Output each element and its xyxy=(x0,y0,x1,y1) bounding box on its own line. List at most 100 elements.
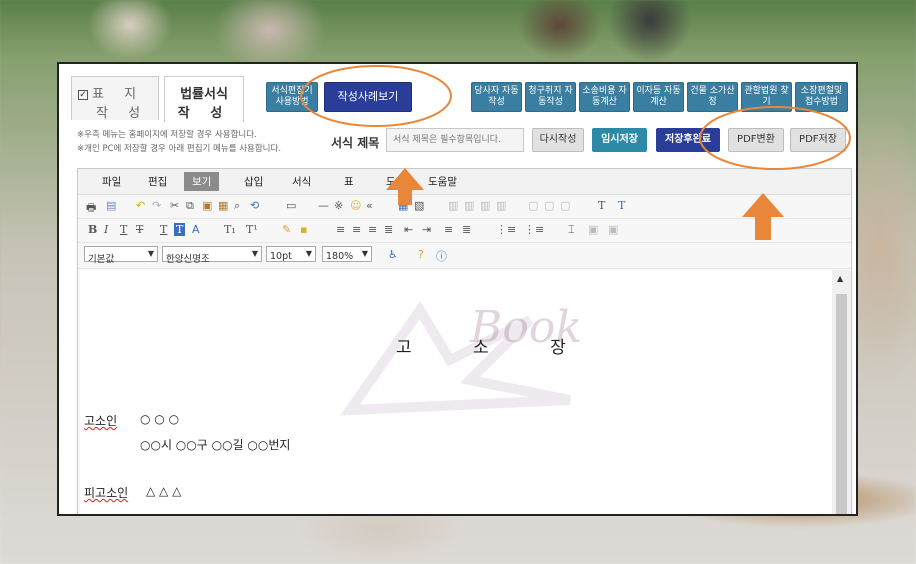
emoji-icon[interactable]: ☺ xyxy=(350,199,361,212)
table-prop-icon: ▢ xyxy=(544,199,555,212)
bullet-list-icon[interactable]: ⋮≡ xyxy=(524,223,544,236)
cell-prop-icon: ▢ xyxy=(528,199,539,212)
menu-insert[interactable]: 삽입 xyxy=(244,174,263,189)
help-icon[interactable]: ? xyxy=(418,248,424,261)
line-spacing-icon[interactable]: ≡ xyxy=(444,223,453,236)
highlight-icon[interactable]: ▪ xyxy=(300,223,307,236)
cell-merge-icon: ▥ xyxy=(448,199,459,212)
table-icon[interactable]: ▦ xyxy=(398,199,408,212)
top-toolbar-area: ✓ 표 지 작 성 법률서식 작 성 서식편집기 사용방법 작성사례보기 당사자 … xyxy=(59,64,856,164)
copy-icon[interactable]: ⧉ xyxy=(186,199,194,213)
align-justify-icon[interactable]: ≣ xyxy=(384,223,393,236)
menu-table[interactable]: 표 xyxy=(344,174,354,189)
tab-legal-line1: 법률서식 xyxy=(180,87,228,102)
form-title-input[interactable] xyxy=(386,128,524,152)
accused-label: 피고소인 xyxy=(84,486,129,500)
indent-in-icon[interactable]: ⇥ xyxy=(422,223,431,236)
size-select[interactable]: 10pt ▼ xyxy=(266,246,316,262)
format-painter-icon[interactable]: ✎ xyxy=(282,223,291,236)
tab-legal-line2: 작 성 xyxy=(177,106,231,121)
special-char-icon[interactable]: ※ xyxy=(334,199,343,212)
complainant-label: 고소인 xyxy=(84,414,118,428)
page-break-icon[interactable]: ⌶ xyxy=(568,223,575,237)
menu-edit[interactable]: 편집 xyxy=(148,174,167,189)
row-insert-icon: ▥ xyxy=(480,199,491,212)
document-area[interactable]: Book 고 소 장 고소인 ○ ○ ○ ○○시 ○○구 ○○길 ○○번지 피고… xyxy=(80,270,832,514)
align-right-icon[interactable]: ≡ xyxy=(368,223,377,236)
menu-format[interactable]: 서식 xyxy=(292,174,311,189)
text-t-icon[interactable]: T xyxy=(598,199,605,212)
layer-icon: ▣ xyxy=(588,223,599,236)
font-select[interactable]: 한양신명조 ▼ xyxy=(162,246,262,265)
accused-name: △ △ △ xyxy=(146,484,182,498)
print-icon[interactable]: 🖶 xyxy=(86,199,96,218)
chevron-down-icon: ▼ xyxy=(361,249,368,258)
indent-out-icon[interactable]: ⇤ xyxy=(404,223,413,236)
numbered-list-icon[interactable]: ⋮≡ xyxy=(496,223,516,236)
style-select[interactable]: 기본값 ▼ xyxy=(84,246,158,265)
hr-icon[interactable]: — xyxy=(318,199,329,212)
zoom-select[interactable]: 180% ▼ xyxy=(322,246,372,262)
party-auto-button[interactable]: 당사자 자동작성 xyxy=(471,82,522,112)
superscript-icon[interactable]: T¹ xyxy=(246,223,258,236)
claim-auto-button[interactable]: 청구취지 자동작성 xyxy=(525,82,576,112)
bold-icon[interactable]: B xyxy=(88,223,97,236)
litigation-cost-button[interactable]: 소송비용 자동계산 xyxy=(579,82,630,112)
tab-legal-form[interactable]: 법률서식 작 성 xyxy=(164,76,244,122)
editor-usage-button[interactable]: 서식편집기 사용방법 xyxy=(266,82,318,112)
complaint-app-button[interactable]: 소장편철및 접수방법 xyxy=(795,82,848,112)
menu-tools[interactable]: 도구 xyxy=(386,174,405,189)
italic-icon[interactable]: I xyxy=(104,223,108,236)
quote-icon[interactable]: « xyxy=(366,199,373,212)
table-edit-icon[interactable]: ▧ xyxy=(414,199,424,212)
rewrite-button[interactable]: 다시작성 xyxy=(532,128,584,152)
pdf-convert-button[interactable]: PDF변환 xyxy=(728,128,784,152)
underline-icon[interactable]: T xyxy=(120,223,127,236)
undo-icon[interactable]: ↶ xyxy=(136,199,145,212)
complainant-name: ○ ○ ○ xyxy=(140,412,180,426)
cell-split-icon: ▥ xyxy=(464,199,475,212)
checkbox-icon[interactable]: ✓ xyxy=(78,90,88,100)
paste-special-icon[interactable]: ▦ xyxy=(218,199,228,212)
bg-color-icon[interactable]: T xyxy=(174,223,186,236)
find-icon[interactable]: ⌕ xyxy=(234,199,240,213)
note-line1: ※우측 메뉴는 홈페이지에 저장할 경우 사용합니다. xyxy=(77,130,257,140)
strike-icon[interactable]: T xyxy=(136,223,143,236)
vertical-scrollbar[interactable]: ▲ xyxy=(832,270,851,514)
cut-icon[interactable]: ✂ xyxy=(170,199,179,212)
clear-format-icon[interactable]: A xyxy=(192,223,200,236)
paste-icon[interactable]: ▣ xyxy=(202,199,212,212)
align-left-icon[interactable]: ≡ xyxy=(336,223,345,236)
style-select-value: 기본값 xyxy=(88,254,115,265)
menu-help[interactable]: 도움말 xyxy=(428,174,457,189)
chevron-down-icon: ▼ xyxy=(305,249,312,258)
save-finish-button[interactable]: 저장후완료 xyxy=(656,128,720,152)
example-view-button[interactable]: 작성사례보기 xyxy=(324,82,412,112)
complainant-address: ○○시 ○○구 ○○길 ○○번지 xyxy=(140,438,291,452)
pdf-save-button[interactable]: PDF저장 xyxy=(790,128,846,152)
accessibility-icon[interactable]: ♿ xyxy=(388,248,398,261)
menu-file[interactable]: 파일 xyxy=(102,174,121,189)
paragraph-icon[interactable]: ≣ xyxy=(462,223,471,236)
redo-icon[interactable]: ↷ xyxy=(152,199,161,212)
tab-cover[interactable]: ✓ 표 지 작 성 xyxy=(71,76,159,121)
text-t2-icon[interactable]: T xyxy=(618,199,625,212)
scrollbar-thumb[interactable] xyxy=(836,294,847,514)
menu-view[interactable]: 보기 xyxy=(184,172,220,191)
form-title-label: 서식 제목 xyxy=(331,136,380,150)
toolbar-row-1: 🖶 ▤ ↶ ↷ ✂ ⧉ ▣ ▦ ⌕ ⟲ ▭ — ※ ☺ « ▦ ▧ ▥ ▥ ▥ … xyxy=(78,195,851,219)
temp-save-button[interactable]: 임시저장 xyxy=(592,128,647,152)
chevron-down-icon: ▼ xyxy=(147,249,154,258)
building-calc-button[interactable]: 건물 소가산정 xyxy=(687,82,738,112)
subscript-icon[interactable]: T₁ xyxy=(224,223,236,236)
scroll-up-icon[interactable]: ▲ xyxy=(837,274,843,283)
size-select-value: 10pt xyxy=(270,251,292,262)
align-center-icon[interactable]: ≡ xyxy=(352,223,361,236)
court-find-button[interactable]: 관할법원 찾기 xyxy=(741,82,792,112)
info-icon[interactable]: ⓘ xyxy=(436,248,447,264)
font-color-icon[interactable]: T xyxy=(160,223,167,236)
replace-icon[interactable]: ⟲ xyxy=(250,199,259,212)
preview-icon[interactable]: ▤ xyxy=(106,199,116,212)
interest-calc-button[interactable]: 이자등 자동계산 xyxy=(633,82,684,112)
image-icon[interactable]: ▭ xyxy=(286,199,296,212)
